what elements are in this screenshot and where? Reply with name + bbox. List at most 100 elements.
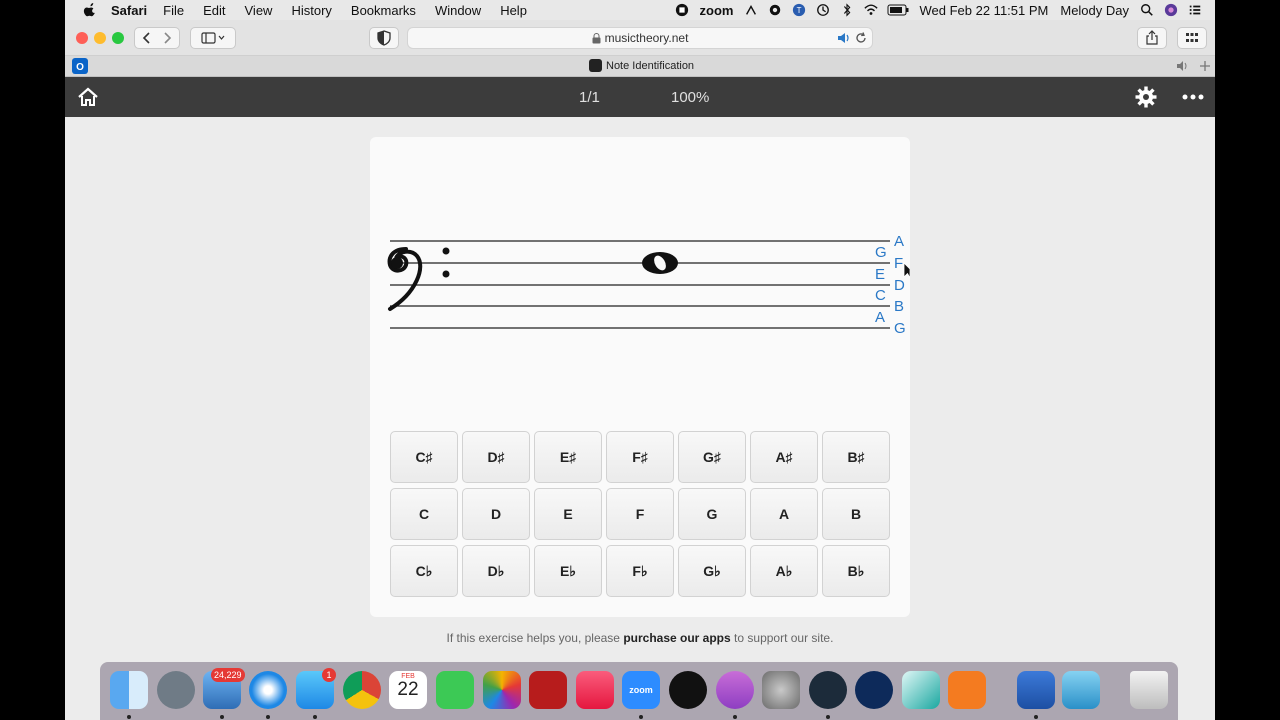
active-tab[interactable]: Note Identification <box>589 59 694 72</box>
close-window-button[interactable] <box>76 32 88 44</box>
back-forward-group <box>134 27 180 49</box>
key-f-sharp[interactable]: F♯ <box>606 431 674 483</box>
key-d-sharp[interactable]: D♯ <box>462 431 530 483</box>
speaker-icon[interactable] <box>836 31 852 45</box>
camera-icon[interactable] <box>767 3 783 17</box>
share-icon <box>1146 30 1158 45</box>
reload-icon[interactable] <box>854 31 868 45</box>
more-options-icon[interactable] <box>1182 94 1204 100</box>
bluetooth-icon[interactable] <box>839 3 855 17</box>
spotlight-search-icon[interactable] <box>1139 3 1155 17</box>
dock: 24,229 1 FEB 22 zoom <box>100 662 1178 720</box>
menu-bookmarks[interactable]: Bookmarks <box>351 3 416 18</box>
back-chevron-icon[interactable] <box>137 30 157 46</box>
photos-icon[interactable] <box>483 671 521 709</box>
key-c-flat[interactable]: C♭ <box>390 545 458 597</box>
screen-recorder-icon[interactable] <box>855 671 893 709</box>
mouse-cursor-icon <box>903 262 910 279</box>
menu-edit[interactable]: Edit <box>203 3 225 18</box>
minimize-window-button[interactable] <box>94 32 106 44</box>
key-a-sharp[interactable]: A♯ <box>750 431 818 483</box>
line-label-a: A <box>894 233 904 250</box>
key-f-flat[interactable]: F♭ <box>606 545 674 597</box>
running-indicator <box>1034 715 1038 719</box>
word-icon[interactable] <box>1017 671 1055 709</box>
zoom-menu-label[interactable]: zoom <box>700 3 734 18</box>
launchpad-icon[interactable] <box>157 671 195 709</box>
wifi-icon[interactable] <box>863 3 879 17</box>
keyboard-input-icon[interactable]: T <box>791 3 807 17</box>
key-f[interactable]: F <box>606 488 674 540</box>
safari-icon[interactable] <box>249 671 287 709</box>
key-a[interactable]: A <box>750 488 818 540</box>
quicktime-icon[interactable] <box>809 671 847 709</box>
new-tab-icon[interactable] <box>1199 60 1211 72</box>
privacy-report-button[interactable] <box>369 27 399 49</box>
chrome-icon[interactable] <box>343 671 381 709</box>
key-c[interactable]: C <box>390 488 458 540</box>
menu-view[interactable]: View <box>245 3 273 18</box>
menu-history[interactable]: History <box>291 3 331 18</box>
key-d-flat[interactable]: D♭ <box>462 545 530 597</box>
calendar-icon[interactable]: FEB 22 <box>389 671 427 709</box>
music-icon[interactable] <box>576 671 614 709</box>
key-d[interactable]: D <box>462 488 530 540</box>
airplay-icon[interactable] <box>743 3 759 17</box>
battery-icon[interactable] <box>887 3 909 17</box>
menu-file[interactable]: File <box>163 3 184 18</box>
key-c-sharp[interactable]: C♯ <box>390 431 458 483</box>
outlook-icon[interactable]: O <box>72 58 88 74</box>
control-center-icon[interactable] <box>1187 3 1203 17</box>
key-e[interactable]: E <box>534 488 602 540</box>
messages-icon[interactable]: 1 <box>296 668 336 709</box>
gear-icon[interactable] <box>1135 86 1157 108</box>
menubar-datetime[interactable]: Wed Feb 22 11:51 PM <box>919 3 1048 18</box>
naturals-row: C D E F G A B <box>390 488 890 540</box>
sidebar-icon <box>201 32 225 44</box>
address-bar[interactable]: musictheory.net <box>407 27 873 49</box>
time-machine-icon[interactable] <box>815 3 831 17</box>
tab-overview-button[interactable] <box>1177 27 1207 49</box>
forward-chevron-icon[interactable] <box>157 30 177 46</box>
system-preferences-icon[interactable] <box>762 671 800 709</box>
share-button[interactable] <box>1137 27 1167 49</box>
menu-app-name[interactable]: Safari <box>111 3 147 18</box>
menu-help[interactable]: Help <box>500 3 527 18</box>
finale-icon[interactable] <box>902 671 940 709</box>
key-g[interactable]: G <box>678 488 746 540</box>
books-icon[interactable] <box>948 671 986 709</box>
zoom-window-button[interactable] <box>112 32 124 44</box>
photo-booth-icon[interactable] <box>529 671 567 709</box>
apple-icon[interactable] <box>83 3 97 17</box>
support-note-suffix: to support our site. <box>734 631 834 645</box>
zoom-app-icon[interactable]: zoom <box>622 671 660 709</box>
mail-icon[interactable]: 24,229 <box>203 668 245 709</box>
stop-record-icon[interactable] <box>674 3 690 17</box>
key-b-flat[interactable]: B♭ <box>822 545 890 597</box>
key-e-flat[interactable]: E♭ <box>534 545 602 597</box>
menu-window[interactable]: Window <box>435 3 481 18</box>
menu-bar: Safari File Edit View History Bookmarks … <box>65 0 1215 20</box>
purchase-apps-link[interactable]: purchase our apps <box>623 631 730 645</box>
space-label-e: E <box>875 266 885 283</box>
key-e-sharp[interactable]: E♯ <box>534 431 602 483</box>
sidebar-button[interactable] <box>190 27 236 49</box>
key-g-flat[interactable]: G♭ <box>678 545 746 597</box>
siri-icon[interactable] <box>1163 3 1179 17</box>
key-b[interactable]: B <box>822 488 890 540</box>
key-a-flat[interactable]: A♭ <box>750 545 818 597</box>
key-b-sharp[interactable]: B♯ <box>822 431 890 483</box>
apple-tv-icon[interactable] <box>669 671 707 709</box>
facetime-icon[interactable] <box>436 671 474 709</box>
kindle-icon[interactable] <box>1062 671 1100 709</box>
home-icon[interactable] <box>77 87 99 107</box>
key-g-sharp[interactable]: G♯ <box>678 431 746 483</box>
page-counter: 1/1 <box>579 89 600 106</box>
finder-icon[interactable] <box>110 671 148 709</box>
running-indicator <box>639 715 643 719</box>
running-indicator <box>826 715 830 719</box>
podcasts-icon[interactable] <box>716 671 754 709</box>
trash-icon[interactable] <box>1130 671 1168 709</box>
menubar-user[interactable]: Melody Day <box>1060 3 1129 18</box>
tab-audio-icon[interactable] <box>1176 60 1190 72</box>
